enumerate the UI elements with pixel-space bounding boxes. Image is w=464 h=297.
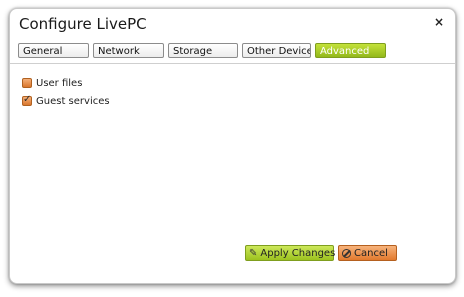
guest-services-checkbox[interactable]: ✓ — [22, 94, 32, 106]
apply-changes-label: Apply Changes — [260, 247, 336, 259]
configure-dialog: Configure LivePC × General Network Stora… — [9, 8, 456, 284]
tab-advanced[interactable]: Advanced — [315, 43, 386, 58]
tab-network[interactable]: Network — [93, 43, 164, 58]
guest-services-label: Guest services — [36, 95, 110, 107]
option-user-files[interactable]: User files — [22, 76, 82, 90]
user-files-checkbox[interactable] — [22, 78, 32, 88]
pencil-icon: ✎ — [249, 247, 258, 259]
checkmark-icon: ✓ — [23, 94, 32, 105]
tab-bar: General Network Storage Other Devices Ad… — [10, 43, 455, 64]
tab-other-devices[interactable]: Other Devices — [242, 43, 311, 58]
user-files-label: User files — [36, 77, 83, 89]
prohibited-icon — [342, 248, 351, 258]
apply-changes-button[interactable]: ✎ Apply Changes — [245, 245, 336, 261]
cancel-label: Cancel — [354, 247, 388, 259]
option-guest-services[interactable]: ✓ Guest services — [22, 94, 110, 108]
tab-general[interactable]: General — [18, 43, 89, 58]
close-icon[interactable]: × — [434, 15, 444, 29]
cancel-button[interactable]: Cancel — [338, 245, 397, 261]
tab-storage[interactable]: Storage — [168, 43, 238, 58]
dialog-title: Configure LivePC — [19, 15, 147, 33]
